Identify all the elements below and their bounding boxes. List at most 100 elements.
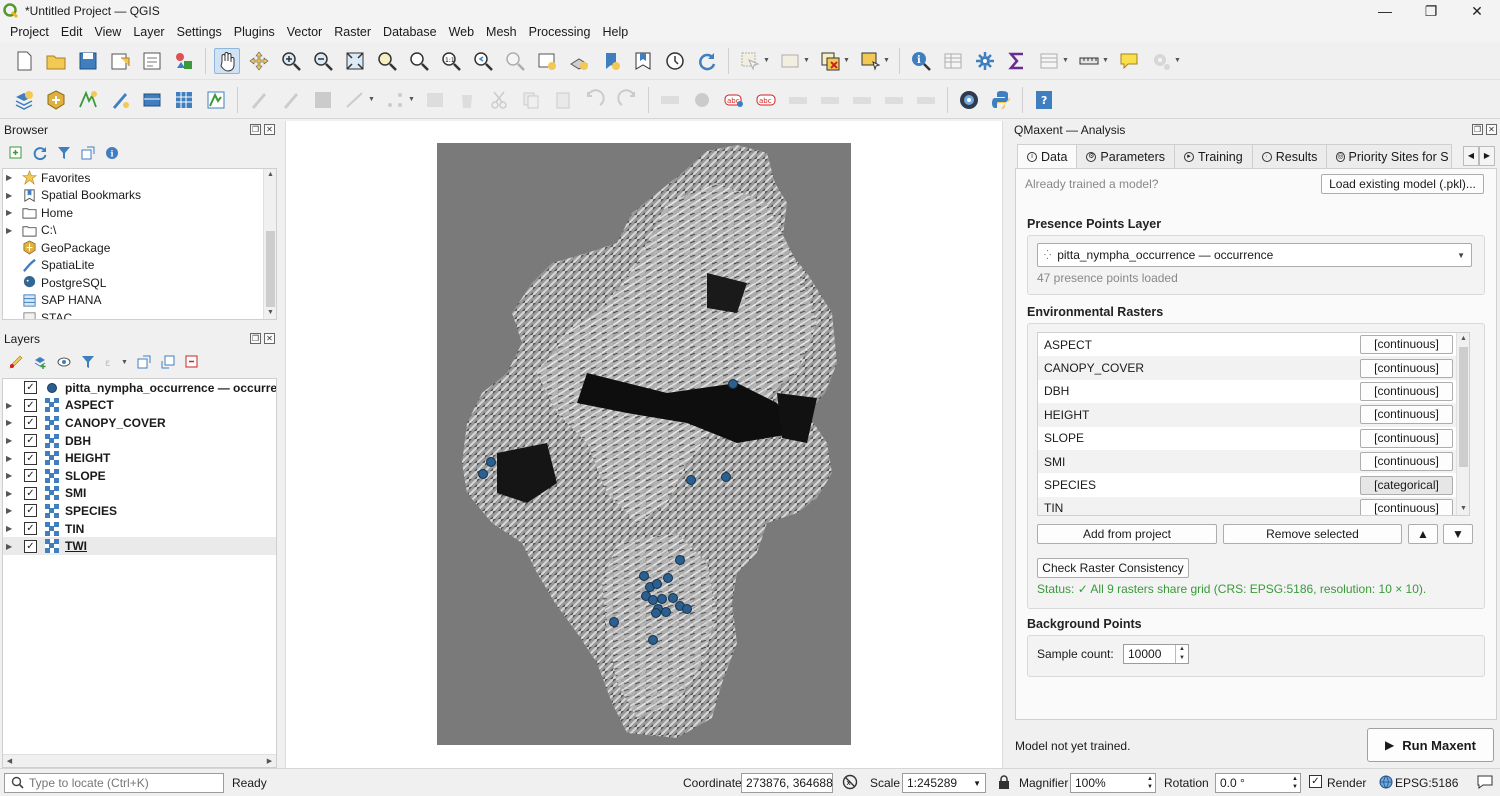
new-map-view-icon[interactable] [534, 48, 560, 74]
layer-styling-icon[interactable] [6, 352, 26, 372]
menu-processing[interactable]: Processing [523, 22, 597, 42]
show-bookmarks-icon[interactable] [630, 48, 656, 74]
menu-settings[interactable]: Settings [171, 22, 228, 42]
raster-type-button[interactable]: [continuous] [1360, 405, 1453, 425]
load-existing-model-button[interactable]: Load existing model (.pkl)... [1321, 174, 1484, 194]
remove-selected-button[interactable]: Remove selected [1223, 524, 1402, 544]
browser-item-sap-hana[interactable]: SAP HANA [3, 292, 276, 310]
scale-combo[interactable]: 1:245289 ▼ [902, 773, 986, 793]
change-label-icon[interactable] [913, 87, 939, 113]
menu-view[interactable]: View [88, 22, 127, 42]
close-button[interactable]: ✕ [1454, 0, 1500, 22]
locator-search-input[interactable]: Type to locate (Ctrl+K) [4, 773, 224, 793]
redo-icon[interactable] [614, 87, 640, 113]
manage-map-themes-icon[interactable] [54, 352, 74, 372]
browser-item-spatialite[interactable]: SpatiaLite [3, 257, 276, 275]
minimize-button[interactable]: — [1362, 0, 1408, 22]
save-edits-icon[interactable] [310, 87, 336, 113]
menu-database[interactable]: Database [377, 22, 443, 42]
layers-close-button[interactable]: ✕ [264, 333, 275, 344]
spin-arrows-icon[interactable]: ▲ ▼ [1147, 775, 1153, 791]
select-features-dropdown[interactable]: ▼ [763, 57, 771, 64]
save-project-icon[interactable] [75, 48, 101, 74]
raster-type-button[interactable]: [continuous] [1360, 452, 1453, 472]
zoom-to-selection-icon[interactable] [374, 48, 400, 74]
raster-row-aspect[interactable]: ASPECT [continuous] [1038, 333, 1458, 356]
refresh-icon[interactable] [694, 48, 720, 74]
measure-line-icon[interactable] [1076, 48, 1102, 74]
annotation-settings-icon[interactable] [1148, 48, 1174, 74]
cut-features-icon[interactable] [486, 87, 512, 113]
raster-row-tin[interactable]: TIN [continuous] [1038, 496, 1458, 515]
layer-item-occurrence[interactable]: ✓ pitta_nympha_occurrence — occurrence [3, 379, 276, 397]
add-raster-layer-icon[interactable] [171, 87, 197, 113]
menu-project[interactable]: Project [4, 22, 55, 42]
layer-item-dbh[interactable]: ▶ ✓ DBH [3, 432, 276, 450]
show-hide-labels-icon[interactable] [817, 87, 843, 113]
map-canvas[interactable] [285, 121, 1003, 768]
presence-layer-combo[interactable]: ⁛ pitta_nympha_occurrence — occurrence ▼ [1037, 243, 1472, 267]
pan-to-selection-icon[interactable] [246, 48, 272, 74]
pin-labels-icon[interactable] [785, 87, 811, 113]
zoom-full-icon[interactable] [342, 48, 368, 74]
raster-type-button[interactable]: [continuous] [1360, 335, 1453, 355]
layer-visibility-checkbox[interactable]: ✓ [24, 504, 37, 518]
tab-results[interactable]: · Results [1251, 144, 1328, 168]
move-label-icon[interactable] [849, 87, 875, 113]
collapse-all-layers-icon[interactable] [158, 352, 178, 372]
layers-float-button[interactable]: ❐ [250, 333, 261, 344]
zoom-in-icon[interactable] [278, 48, 304, 74]
identify-features-icon[interactable]: i [908, 48, 934, 74]
check-raster-consistency-button[interactable]: Check Raster Consistency [1037, 558, 1189, 578]
rotate-label-icon[interactable] [881, 87, 907, 113]
open-attribute-table-icon[interactable] [940, 48, 966, 74]
remove-layer-icon[interactable] [182, 352, 202, 372]
browser-item-geopackage[interactable]: GeoPackage [3, 239, 276, 257]
map-tips-icon[interactable] [1116, 48, 1142, 74]
paste-features-icon[interactable] [550, 87, 576, 113]
processing-toolbox-icon[interactable] [972, 48, 998, 74]
layer-visibility-checkbox[interactable]: ✓ [24, 451, 37, 465]
menu-help[interactable]: Help [596, 22, 634, 42]
new-print-layout-icon[interactable] [107, 48, 133, 74]
zoom-out-icon[interactable] [310, 48, 336, 74]
move-up-button[interactable]: ▲ [1408, 524, 1438, 544]
select-features-icon[interactable] [737, 48, 763, 74]
browser-item-bookmarks[interactable]: ▶ Spatial Bookmarks [3, 187, 276, 205]
raster-type-button[interactable]: [continuous] [1360, 358, 1453, 378]
layers-horizontal-scrollbar[interactable]: ◀ ▶ [3, 754, 276, 767]
zoom-native-icon[interactable]: 1:1 [438, 48, 464, 74]
new-bookmark-icon[interactable] [598, 48, 624, 74]
layer-visibility-checkbox[interactable]: ✓ [24, 381, 37, 395]
messages-icon[interactable] [1476, 774, 1494, 793]
add-from-project-button[interactable]: Add from project [1037, 524, 1217, 544]
open-project-icon[interactable] [43, 48, 69, 74]
filter-expression-icon[interactable]: ε [102, 352, 122, 372]
tab-parameters[interactable]: ⚙ Parameters [1076, 144, 1176, 168]
coordinate-field[interactable]: 273876, 364688 [741, 773, 833, 793]
menu-edit[interactable]: Edit [55, 22, 89, 42]
spin-arrows-icon[interactable]: ▲ ▼ [1292, 775, 1298, 791]
layer-visibility-checkbox[interactable]: ✓ [24, 469, 37, 483]
delete-selected-icon[interactable] [454, 87, 480, 113]
temporal-controller-icon[interactable] [662, 48, 688, 74]
select-by-value-icon[interactable] [777, 48, 803, 74]
browser-item-postgresql[interactable]: PostgreSQL [3, 274, 276, 292]
tab-training[interactable]: ▸ Training [1174, 144, 1253, 168]
browser-float-button[interactable]: ❐ [250, 124, 261, 135]
label-settings-icon[interactable] [689, 87, 715, 113]
crs-button[interactable]: EPSG:5186 [1395, 776, 1458, 790]
qmaxent-close-button[interactable]: ✕ [1486, 124, 1497, 135]
layer-item-twi[interactable]: ▶ ✓ TWI [3, 537, 276, 555]
digitize-dropdown[interactable]: ▼ [368, 96, 376, 103]
layer-diagram-icon[interactable]: abc [753, 87, 779, 113]
browser-info-icon[interactable]: i [102, 143, 122, 163]
raster-row-species[interactable]: SPECIES [categorical] [1038, 473, 1458, 496]
attribute-table-toggle-icon[interactable] [1036, 48, 1062, 74]
layer-item-aspect[interactable]: ▶ ✓ ASPECT [3, 397, 276, 415]
filter-browser-icon[interactable] [54, 143, 74, 163]
browser-scrollbar[interactable]: ▲ ▼ [263, 169, 276, 319]
raster-row-height[interactable]: HEIGHT [continuous] [1038, 403, 1458, 427]
layer-labeling-icon[interactable]: abc [721, 87, 747, 113]
collapse-all-icon[interactable] [78, 143, 98, 163]
